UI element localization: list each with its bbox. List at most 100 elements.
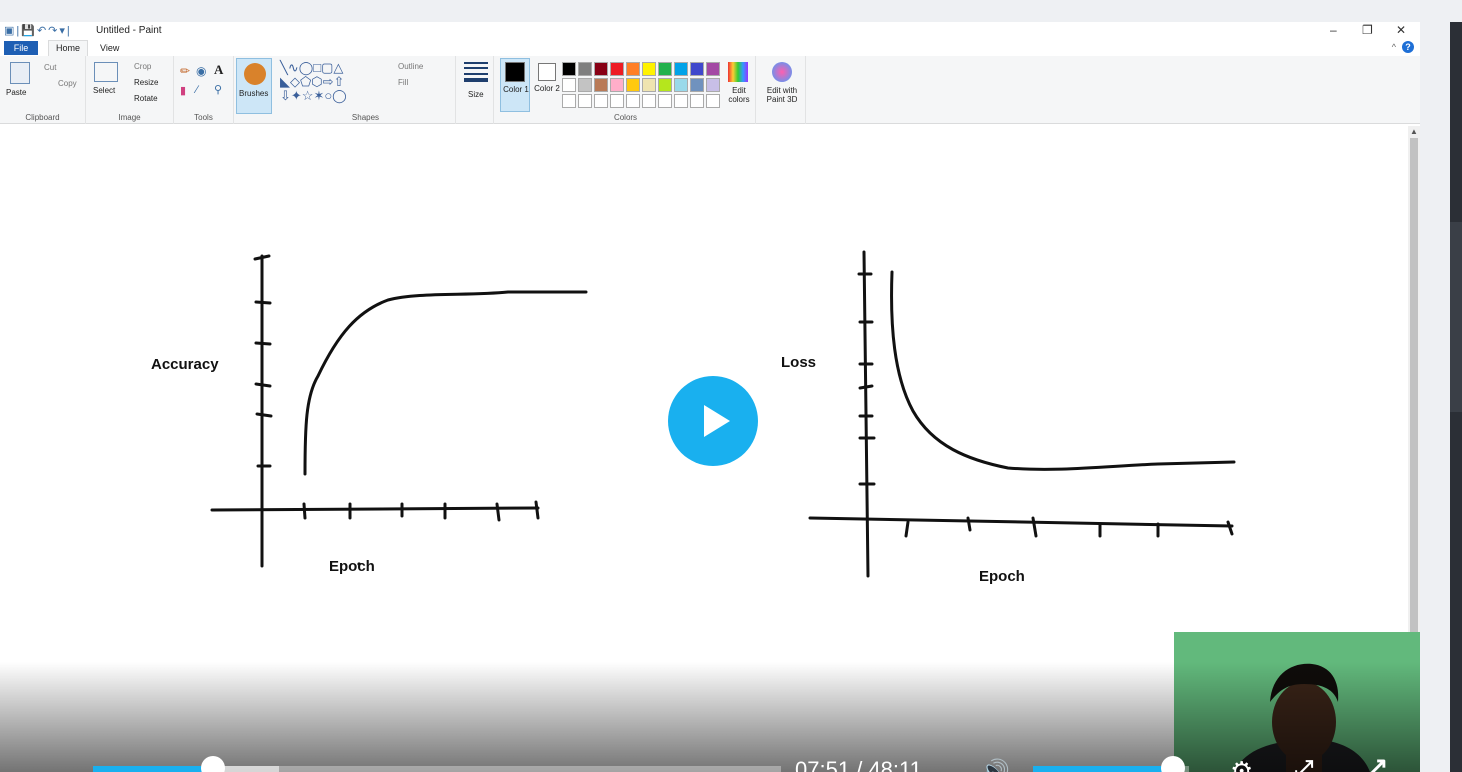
color2-button: Color 2 xyxy=(534,58,562,112)
minimize-icon: – xyxy=(1330,23,1337,37)
clipboard-group-label: Clipboard xyxy=(25,113,60,122)
palette-empty-swatch xyxy=(706,94,720,108)
palette-swatch xyxy=(594,78,608,92)
progress-bar[interactable] xyxy=(93,756,781,772)
left-epoch-label: Epoch xyxy=(329,558,375,575)
tab-view: View xyxy=(100,43,120,53)
collapse-ribbon-icon: ^ xyxy=(1391,42,1396,52)
colors-group-label: Colors xyxy=(613,113,638,122)
paint-window-title: Untitled - Paint xyxy=(96,25,162,36)
crop-label: Crop xyxy=(134,62,152,71)
shapes-gallery-row3-icon: ⇩✦☆✶○◯ xyxy=(280,88,347,103)
eraser-icon: ▮ xyxy=(180,85,187,97)
palette-swatch xyxy=(706,62,720,76)
resize-label: Resize xyxy=(134,78,159,87)
palette-swatch xyxy=(642,78,656,92)
size-lines-icon xyxy=(464,62,488,64)
paint-ribbon: Paste Cut Copy Clipboard Select Crop Res… xyxy=(0,56,1420,124)
paint3d-group: Edit with Paint 3D xyxy=(758,56,806,124)
palette-swatch xyxy=(562,62,576,76)
paint-ribbon-tabs: File Home View ^ ? xyxy=(0,40,1420,56)
magnifier-icon: ⚲ xyxy=(214,84,223,96)
volume-slider[interactable] xyxy=(1033,756,1189,772)
help-icon: ? xyxy=(1402,41,1414,53)
scroll-thumb xyxy=(1410,138,1418,658)
tools-group: ✏ ◉ A ▮ ∕ ⚲ Tools xyxy=(174,56,234,124)
shapes-group: ╲∿◯□▢△ ◣◇⬠⬡⇨⇧ ⇩✦☆✶○◯ Outline Fill Shapes xyxy=(276,56,456,124)
select-icon xyxy=(94,62,118,82)
volume-level xyxy=(1033,766,1174,772)
size-thick-icon xyxy=(464,78,488,82)
paste-icon xyxy=(10,62,30,84)
paint-title-bar: ▣|💾↶↷▾| Untitled - Paint – ❐ ✕ xyxy=(0,22,1420,40)
current-time: 07:51 xyxy=(795,757,851,772)
colors-group: Color 1 Color 2 Edit colors Colors xyxy=(496,56,756,124)
fullscreen-icon[interactable]: ↗ xyxy=(1368,752,1388,772)
time-display: 07:51 / 48:11 xyxy=(795,757,922,772)
picker-icon: ∕ xyxy=(196,84,198,96)
left-x-axis xyxy=(210,506,540,512)
duration: 48:11 xyxy=(868,757,922,772)
cut-label: Cut xyxy=(44,63,57,72)
palette-empty-swatch xyxy=(594,94,608,108)
paint3d-icon xyxy=(772,62,792,82)
palette-swatch xyxy=(594,62,608,76)
scroll-up-icon: ▲ xyxy=(1410,127,1418,136)
palette-swatch xyxy=(610,62,624,76)
clipboard-group: Paste Cut Copy Clipboard xyxy=(0,56,86,124)
loss-label: Loss xyxy=(781,354,817,371)
palette-swatch xyxy=(658,62,672,76)
palette-empty-swatch xyxy=(642,94,656,108)
right-sidebar-rail xyxy=(1450,22,1462,772)
right-epoch-label: Epoch xyxy=(979,568,1025,585)
palette-empty-swatch xyxy=(610,94,624,108)
picture-in-picture-icon[interactable]: ⤢ xyxy=(1294,756,1313,772)
outline-label: Outline xyxy=(398,62,424,71)
right-y-axis xyxy=(862,250,870,578)
palette-swatch xyxy=(626,62,640,76)
brush-icon xyxy=(244,63,266,85)
edit-colors-label: Edit colors xyxy=(728,86,750,104)
color1-swatch xyxy=(505,62,525,82)
palette-empty-swatch xyxy=(658,94,672,108)
palette-swatch xyxy=(626,78,640,92)
palette-swatch xyxy=(690,78,704,92)
progress-knob[interactable] xyxy=(200,756,225,772)
palette-empty-swatch xyxy=(626,94,640,108)
big-play-button[interactable] xyxy=(668,376,758,466)
palette-empty-swatch xyxy=(674,94,688,108)
video-player[interactable]: ▣|💾↶↷▾| Untitled - Paint – ❐ ✕ File Home… xyxy=(0,22,1420,772)
page: ▣|💾↶↷▾| Untitled - Paint – ❐ ✕ File Home… xyxy=(0,0,1462,772)
size-group: Size xyxy=(458,56,494,124)
image-group-label: Image xyxy=(118,113,141,122)
palette-swatch xyxy=(610,78,624,92)
accuracy-curve xyxy=(303,290,588,476)
size-label: Size xyxy=(468,90,484,99)
edit-colors-icon xyxy=(728,62,748,82)
loss-curve xyxy=(890,270,1236,471)
palette-swatch xyxy=(674,78,688,92)
paste-label: Paste xyxy=(6,88,27,97)
palette-empty-swatch xyxy=(578,94,592,108)
quick-access-icons: ▣|💾↶↷▾| xyxy=(4,25,72,37)
pencil-icon: ✏ xyxy=(180,64,191,78)
tab-file: File xyxy=(4,41,38,55)
copy-label: Copy xyxy=(58,79,77,88)
color1-label: Color 1 xyxy=(503,85,529,94)
color2-label: Color 2 xyxy=(534,84,560,93)
select-label: Select xyxy=(93,86,116,95)
palette-swatch xyxy=(658,78,672,92)
tools-group-label: Tools xyxy=(194,113,213,122)
palette-empty-swatch xyxy=(562,94,576,108)
palette-swatch xyxy=(706,78,720,92)
palette-swatch xyxy=(642,62,656,76)
fill-label: Fill xyxy=(398,78,409,87)
image-group: Select Crop Resize Rotate Image xyxy=(86,56,174,124)
palette-swatch xyxy=(562,78,576,92)
progress-played xyxy=(93,766,213,772)
palette-swatch xyxy=(674,62,688,76)
settings-gear-icon[interactable]: ⚙ xyxy=(1230,756,1253,772)
color2-swatch xyxy=(538,63,556,81)
volume-icon[interactable]: 🔊 xyxy=(980,758,1010,772)
palette-swatch xyxy=(578,78,592,92)
